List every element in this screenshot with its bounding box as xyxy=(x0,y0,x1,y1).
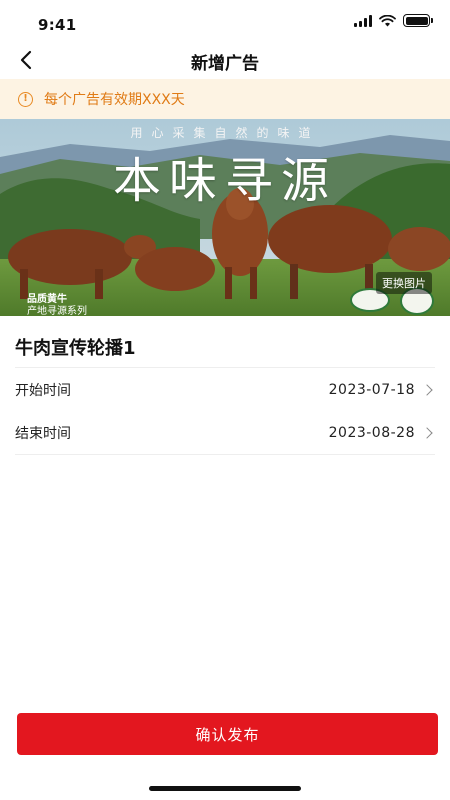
confirm-publish-button[interactable]: 确认发布 xyxy=(17,713,438,755)
cellular-signal-icon xyxy=(354,14,372,27)
notice-bar: ! 每个广告有效期XXX天 xyxy=(0,79,450,119)
end-time-label: 结束时间 xyxy=(15,425,71,442)
wifi-icon xyxy=(379,14,396,26)
battery-icon xyxy=(403,14,433,27)
ad-banner-image: 用心采集自然的味道 本味寻源 品质黄牛 产地寻源系列 更换图片 xyxy=(0,119,450,316)
start-time-label: 开始时间 xyxy=(15,382,71,399)
end-time-value: 2023-08-28 xyxy=(328,424,415,441)
end-time-row[interactable]: 结束时间 2023-08-28 xyxy=(15,411,435,455)
notice-text: 每个广告有效期XXX天 xyxy=(44,92,185,108)
nav-bar: 新增广告 xyxy=(0,44,450,78)
start-time-value: 2023-07-18 xyxy=(328,381,415,398)
screen: 9:41 新增广告 ! 每个广告有效期XXX天 用心采集自然的味道 本味寻源 品… xyxy=(0,0,450,800)
start-time-row[interactable]: 开始时间 2023-07-18 xyxy=(15,367,435,411)
ad-name: 牛肉宣传轮播1 xyxy=(15,338,136,359)
chevron-right-icon xyxy=(421,426,433,439)
banner-headline: 本味寻源 xyxy=(112,153,337,209)
banner-series: 产地寻源系列 xyxy=(27,306,87,316)
change-image-button[interactable]: 更换图片 xyxy=(376,272,432,294)
end-time-picker[interactable]: 2023-08-28 xyxy=(329,425,435,441)
status-bar: 9:41 xyxy=(0,0,450,44)
chevron-right-icon xyxy=(421,383,433,396)
start-time-picker[interactable]: 2023-07-18 xyxy=(329,382,435,398)
home-indicator xyxy=(149,786,301,791)
status-time: 9:41 xyxy=(38,16,77,34)
page-title: 新增广告 xyxy=(191,54,259,74)
status-icons xyxy=(354,14,433,27)
banner-tagline: 用心采集自然的味道 xyxy=(130,126,320,140)
info-circle-icon: ! xyxy=(18,91,33,107)
